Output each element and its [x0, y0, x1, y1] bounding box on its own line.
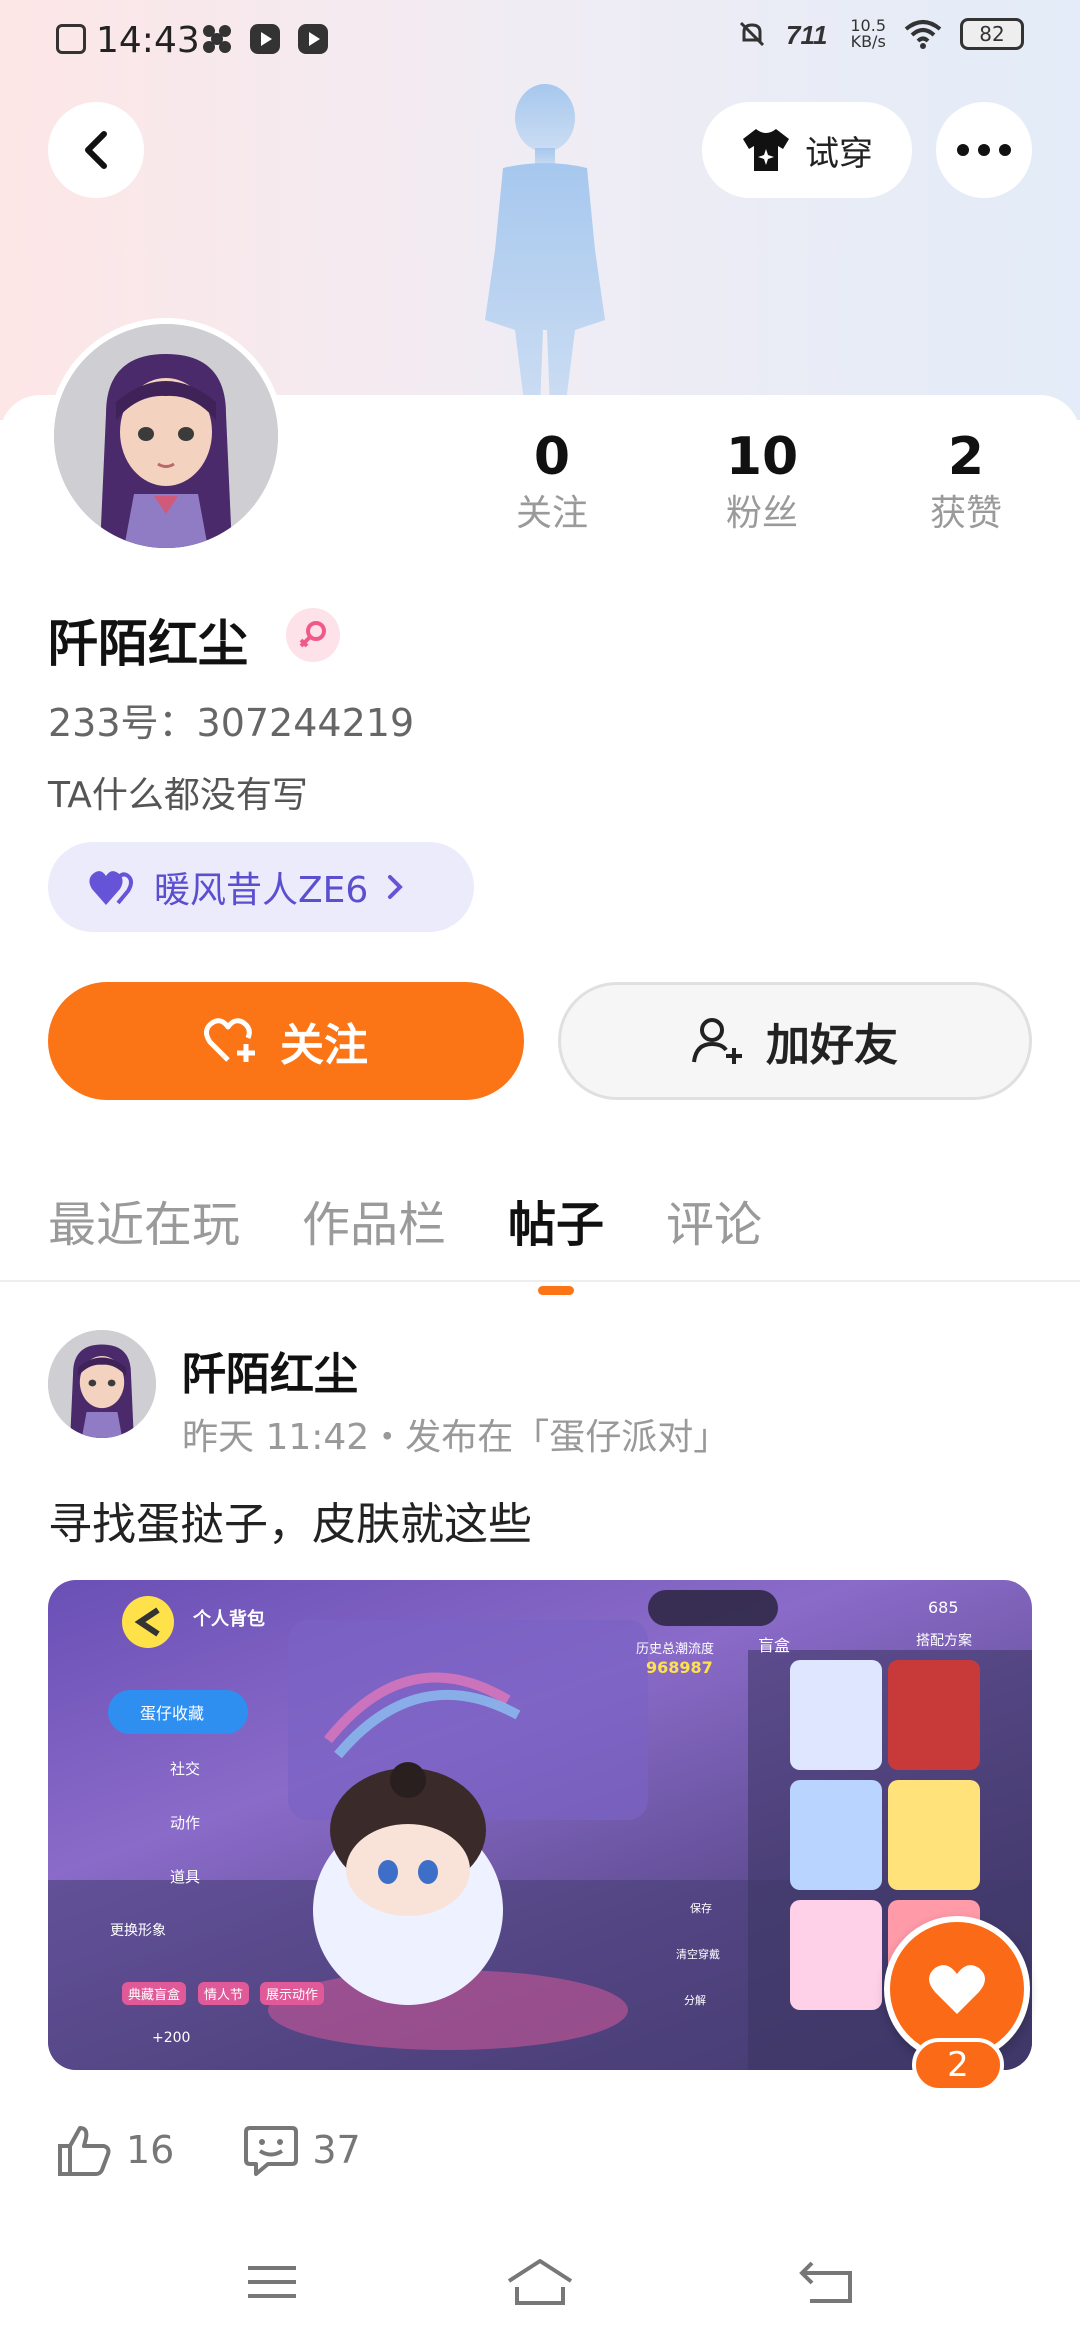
bag-title: 个人背包	[193, 1609, 265, 1630]
female-gender-icon	[286, 608, 340, 662]
thumbs-up-icon	[58, 2126, 111, 2176]
mute-icon	[740, 21, 765, 47]
back-button[interactable]	[48, 102, 144, 198]
wifi-icon	[904, 20, 942, 49]
system-back-icon	[799, 2261, 852, 2303]
profile-bio: TA什么都没有写	[48, 775, 308, 816]
menu-icon	[248, 2266, 296, 2298]
tab-recently-played[interactable]: 最近在玩	[48, 1185, 240, 1255]
video-app-icon-2	[298, 24, 328, 54]
net-speed-unit: KB/s	[850, 32, 886, 51]
add-friend-button[interactable]: 加好友	[558, 982, 1032, 1100]
menu-social: 社交	[170, 1760, 201, 1778]
profile-id: 233号：307244219	[48, 701, 415, 745]
follow-button[interactable]: 关注	[48, 982, 524, 1100]
stat-following-label: 关注	[515, 493, 588, 534]
system-nav-bar	[0, 2230, 1080, 2340]
group-chip[interactable]: 暖风昔人ZE6	[48, 842, 474, 932]
tshirt-icon	[743, 129, 789, 171]
signal-icon: 711	[786, 20, 827, 48]
plus-value: +200	[152, 2030, 191, 2046]
heart-icon	[929, 1965, 985, 2014]
post-author-name[interactable]: 阡陌红尘	[182, 1338, 358, 1402]
menu-props: 道具	[170, 1868, 201, 1886]
more-dots-icon	[957, 144, 1011, 156]
tab-works[interactable]: 作品栏	[302, 1185, 446, 1255]
stat-following[interactable]: 0 关注	[462, 425, 642, 539]
post-avatar-illustration	[48, 1330, 156, 1438]
stat-likes[interactable]: 2 获赞	[876, 425, 1056, 539]
nav-back-button[interactable]	[786, 2252, 866, 2312]
notification-icon	[56, 24, 86, 54]
nav-menu-button[interactable]	[232, 2252, 312, 2312]
stat-fans-value: 10	[725, 427, 799, 487]
post-actions: 16 37	[56, 2124, 361, 2176]
profile-avatar[interactable]	[48, 318, 284, 554]
post-meta: 昨天 11:42・发布在「蛋仔派对」	[182, 1417, 730, 1458]
avatar-hologram-figure	[485, 84, 605, 410]
side-decompose: 分解	[684, 1994, 706, 2007]
follow-label: 关注	[280, 1020, 368, 1071]
double-heart-icon	[89, 871, 133, 905]
group-chip-label: 暖风昔人ZE6	[154, 870, 369, 911]
comment-icon	[244, 2126, 299, 2176]
female-symbol-icon	[299, 621, 326, 648]
bottom-tab-1: 典藏盲盒	[122, 1982, 187, 2005]
comment-count: 37	[312, 2128, 361, 2172]
add-friend-label: 加好友	[766, 1020, 898, 1071]
comment-action[interactable]: 37	[244, 2124, 361, 2176]
try-on-label: 试穿	[805, 133, 873, 174]
try-on-button[interactable]: 试穿	[702, 102, 912, 198]
avatar-illustration	[54, 324, 278, 548]
profile-name: 阡陌红尘	[48, 615, 248, 673]
pinwheel-icon	[203, 25, 231, 53]
match-plan-label: 搭配方案	[916, 1633, 972, 1649]
stat-fans[interactable]: 10 粉丝	[672, 425, 852, 539]
menu-collection: 蛋仔收藏	[140, 1704, 205, 1723]
like-count: 16	[126, 2128, 175, 2172]
tab-posts[interactable]: 帖子	[508, 1185, 604, 1255]
post-author-avatar[interactable]	[48, 1330, 156, 1438]
home-icon	[507, 2259, 573, 2305]
side-save: 保存	[690, 1902, 712, 1915]
nav-home-button[interactable]	[500, 2252, 580, 2312]
history-value: 968987	[646, 1658, 713, 1677]
status-time: 14:43	[96, 20, 200, 61]
add-user-icon	[692, 1018, 742, 1064]
status-bar: 14:43 711 10.5 KB/s 82	[0, 0, 1080, 80]
stat-fans-label: 粉丝	[725, 493, 798, 534]
stat-following-value: 0	[533, 427, 571, 487]
more-options-button[interactable]	[936, 102, 1032, 198]
tabs-divider	[0, 1280, 1080, 1282]
history-label: 历史总潮流度	[636, 1642, 715, 1657]
bottom-tab-2: 情人节	[198, 1982, 250, 2005]
heart-plus-icon	[204, 1018, 255, 1062]
tab-comments[interactable]: 评论	[666, 1185, 762, 1255]
like-action[interactable]: 16	[56, 2124, 174, 2176]
stat-likes-label: 获赞	[929, 493, 1002, 534]
menu-action: 动作	[170, 1814, 201, 1832]
svg-text:711: 711	[786, 20, 827, 48]
blind-box-label: 盲盒	[758, 1636, 791, 1655]
post-text: 寻找蛋挞子，皮肤就这些	[48, 1499, 532, 1550]
coin-count: 685	[928, 1598, 959, 1617]
stat-likes-value: 2	[947, 427, 985, 487]
back-arrow-icon	[85, 131, 107, 169]
bottom-tab-3: 展示动作	[260, 1982, 325, 2005]
favorite-count: 2	[912, 2038, 1004, 2092]
side-clear: 清空穿戴	[676, 1948, 720, 1961]
profile-tabs: 最近在玩 作品栏 帖子 评论	[48, 1185, 762, 1255]
change-look-label: 更换形象	[110, 1923, 166, 1939]
battery-indicator: 82	[960, 18, 1024, 50]
chevron-right-icon	[388, 875, 404, 899]
video-app-icon	[250, 24, 280, 54]
